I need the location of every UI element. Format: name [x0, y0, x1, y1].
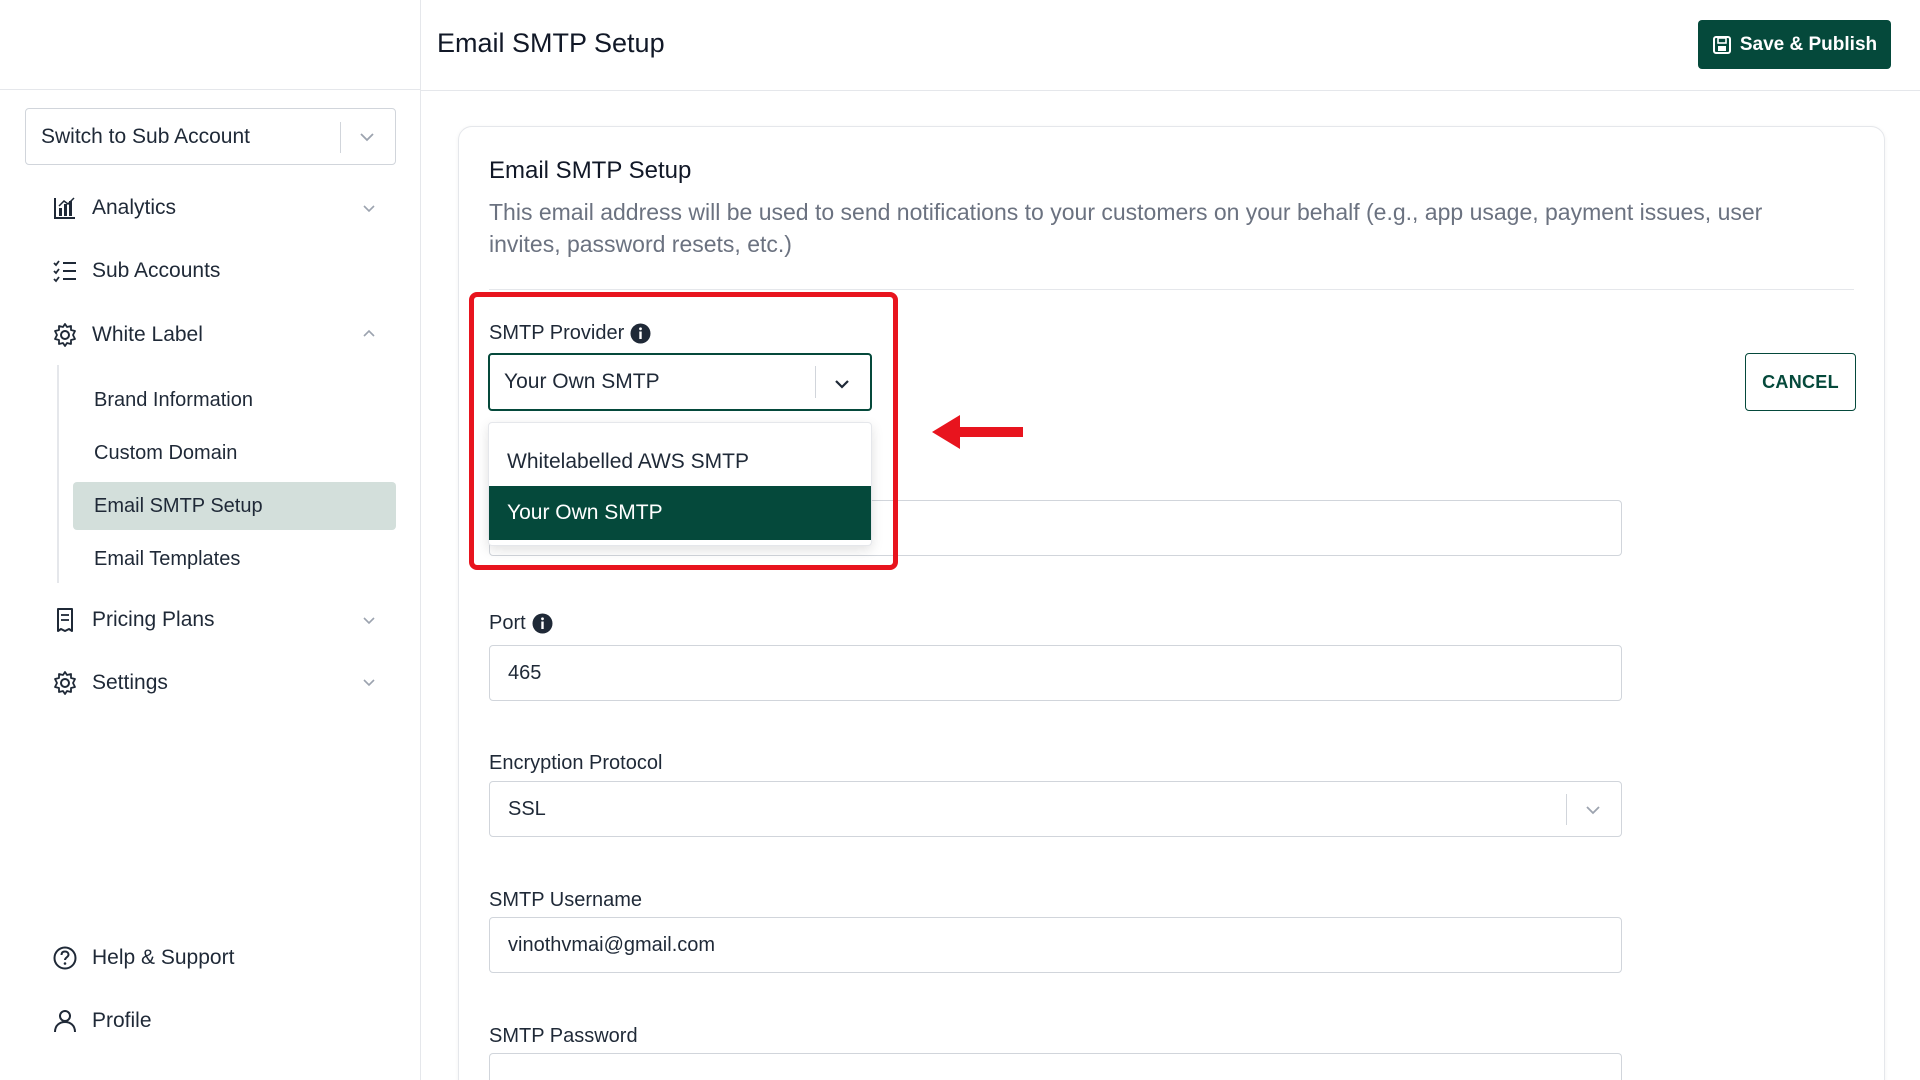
sidebar-subitem-label: Brand Information — [94, 388, 253, 411]
sidebar-item-help-support[interactable]: Help & Support — [52, 938, 234, 978]
info-icon[interactable] — [630, 323, 651, 344]
receipt-icon — [52, 607, 78, 633]
header-divider — [421, 90, 1920, 91]
save-publish-button[interactable]: Save & Publish — [1698, 20, 1891, 69]
port-input[interactable]: 465 — [489, 645, 1622, 701]
sidebar-item-white-label[interactable]: White Label — [52, 315, 203, 355]
sidebar-item-analytics[interactable]: Analytics — [52, 188, 176, 228]
sidebar-subitem-label: Custom Domain — [94, 441, 238, 464]
sidebar-subitem-label: Email SMTP Setup — [94, 494, 263, 517]
sidebar-item-settings[interactable]: Settings — [52, 663, 168, 703]
dropdown-option-label: Your Own SMTP — [507, 501, 663, 524]
password-label-row: SMTP Password — [489, 1025, 638, 1048]
chevron-down-icon — [360, 133, 374, 142]
encryption-label: Encryption Protocol — [489, 752, 663, 774]
sidebar-item-profile[interactable]: Profile — [52, 1001, 152, 1041]
sidebar-item-label: Profile — [92, 1009, 152, 1032]
annotation-arrow-icon — [932, 415, 1023, 449]
chevron-up-icon[interactable] — [360, 325, 378, 343]
dropdown-option-own-smtp[interactable]: Your Own SMTP — [489, 486, 871, 540]
smtp-username-input[interactable]: vinothvmai@gmail.com — [489, 917, 1622, 973]
sidebar-item-label: Sub Accounts — [92, 259, 221, 282]
port-label: Port — [489, 612, 526, 634]
card-description: This email address will be used to send … — [489, 199, 1763, 257]
smtp-provider-dropdown-menu: Whitelabelled AWS SMTP Your Own SMTP — [488, 422, 872, 546]
encryption-label-row: Encryption Protocol — [489, 752, 662, 775]
username-label-row: SMTP Username — [489, 889, 642, 912]
chevron-down-icon — [1586, 806, 1600, 815]
info-icon[interactable] — [532, 613, 553, 634]
dropdown-option-label: Whitelabelled AWS SMTP — [507, 450, 749, 473]
cancel-button[interactable]: CANCEL — [1745, 353, 1856, 411]
chevron-down-icon[interactable] — [360, 673, 378, 691]
select-separator — [340, 122, 341, 153]
sidebar-subitem-label: Email Templates — [94, 547, 241, 570]
encryption-select[interactable]: SSL — [489, 781, 1622, 837]
gear-icon — [52, 670, 78, 696]
sidebar-item-label: Pricing Plans — [92, 608, 215, 631]
gear-icon — [52, 322, 78, 348]
username-label: SMTP Username — [489, 889, 643, 911]
switch-sub-account-select[interactable]: Switch to Sub Account — [25, 108, 396, 165]
chevron-down-icon[interactable] — [360, 611, 378, 629]
sidebar-item-label: White Label — [92, 323, 203, 346]
user-icon — [52, 1008, 78, 1034]
checklist-icon — [52, 258, 78, 284]
sidebar-subitem-custom-domain[interactable]: Custom Domain — [73, 429, 396, 477]
sidebar-subitem-email-smtp-setup[interactable]: Email SMTP Setup — [73, 482, 396, 530]
select-separator — [1566, 794, 1567, 825]
help-circle-icon — [52, 945, 78, 971]
port-value: 465 — [508, 661, 542, 684]
switch-sub-account-label: Switch to Sub Account — [41, 124, 250, 148]
save-publish-label: Save & Publish — [1739, 33, 1878, 55]
port-label-row: Port — [489, 612, 553, 635]
card-title: Email SMTP Setup — [489, 157, 692, 184]
save-icon — [1712, 35, 1731, 54]
sidebar-subitem-brand-information[interactable]: Brand Information — [73, 376, 396, 424]
sidebar-item-label: Analytics — [92, 196, 177, 219]
sidebar-item-label: Settings — [92, 671, 168, 694]
sidebar-subitem-email-templates[interactable]: Email Templates — [73, 535, 396, 583]
smtp-provider-value: Your Own SMTP — [504, 370, 660, 393]
chevron-down-icon[interactable] — [360, 199, 378, 217]
sidebar-item-label: Help & Support — [92, 946, 235, 969]
encryption-value: SSL — [508, 797, 546, 820]
sidebar-item-sub-accounts[interactable]: Sub Accounts — [52, 251, 220, 291]
smtp-provider-label: SMTP Provider — [489, 322, 625, 344]
page-title: Email SMTP Setup — [437, 28, 665, 58]
chart-icon — [52, 195, 78, 221]
smtp-provider-select[interactable]: Your Own SMTP — [488, 353, 872, 411]
smtp-provider-label-row: SMTP Provider — [489, 322, 651, 345]
dropdown-option-aws-smtp[interactable]: Whitelabelled AWS SMTP — [489, 435, 871, 489]
sidebar-item-pricing-plans[interactable]: Pricing Plans — [52, 600, 215, 640]
smtp-username-value: vinothvmai@gmail.com — [508, 933, 716, 956]
password-label: SMTP Password — [489, 1025, 638, 1047]
sidebar-header — [0, 0, 420, 90]
chevron-down-icon — [835, 380, 849, 389]
card-divider — [489, 289, 1854, 290]
select-separator — [815, 366, 816, 398]
smtp-password-input[interactable] — [489, 1053, 1622, 1080]
submenu-guide-line — [57, 365, 59, 583]
